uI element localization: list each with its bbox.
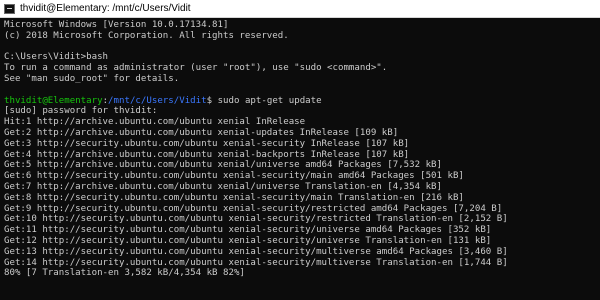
prompt-user-host: thvidit@Elementary <box>4 95 103 106</box>
console-line: Get:6 http://security.ubuntu.com/ubuntu … <box>4 171 464 182</box>
progress-line: 80% [7 Translation-en 3,582 kB/4,354 kB … <box>4 268 245 279</box>
console-line: Get:9 http://security.ubuntu.com/ubuntu … <box>4 203 503 214</box>
console-icon[interactable] <box>4 3 15 14</box>
terminal-console[interactable]: Microsoft Windows [Version 10.0.17134.81… <box>0 18 600 300</box>
console-line: Get:2 http://archive.ubuntu.com/ubuntu x… <box>4 127 399 138</box>
console-line: Get:10 http://security.ubuntu.com/ubuntu… <box>4 214 508 225</box>
window-title: thvidit@Elementary: /mnt/c/Users/Vidit <box>20 3 191 14</box>
console-line: See "man sudo_root" for details. <box>4 73 180 84</box>
console-line: Get:5 http://archive.ubuntu.com/ubuntu x… <box>4 160 442 171</box>
console-line: Get:12 http://security.ubuntu.com/ubuntu… <box>4 235 492 246</box>
prompt-command: sudo apt-get update <box>212 95 322 106</box>
console-line: Get:11 http://security.ubuntu.com/ubuntu… <box>4 225 492 236</box>
terminal-output: Microsoft Windows [Version 10.0.17134.81… <box>0 18 600 279</box>
console-line: Get:4 http://archive.ubuntu.com/ubuntu x… <box>4 149 410 160</box>
title-bar[interactable]: thvidit@Elementary: /mnt/c/Users/Vidit <box>0 0 600 18</box>
console-line: Get:3 http://security.ubuntu.com/ubuntu … <box>4 138 410 149</box>
prompt-path: /mnt/c/Users/Vidit <box>108 95 207 106</box>
prompt-line: thvidit@Elementary:/mnt/c/Users/Vidit$ s… <box>4 96 600 107</box>
console-line: Get:7 http://archive.ubuntu.com/ubuntu x… <box>4 181 442 192</box>
console-line: (c) 2018 Microsoft Corporation. All righ… <box>4 30 289 41</box>
console-line: Microsoft Windows [Version 10.0.17134.81… <box>4 20 229 30</box>
console-line: Get:13 http://security.ubuntu.com/ubuntu… <box>4 246 508 257</box>
console-line: C:\Users\Vidit>bash <box>4 52 109 63</box>
console-line: To run a command as administrator (user … <box>4 63 388 74</box>
console-line: Get:14 http://security.ubuntu.com/ubuntu… <box>4 257 508 268</box>
console-line: Get:8 http://security.ubuntu.com/ubuntu … <box>4 192 464 203</box>
console-line: [sudo] password for thvidit: <box>4 106 158 117</box>
console-line: Hit:1 http://archive.ubuntu.com/ubuntu x… <box>4 117 306 128</box>
